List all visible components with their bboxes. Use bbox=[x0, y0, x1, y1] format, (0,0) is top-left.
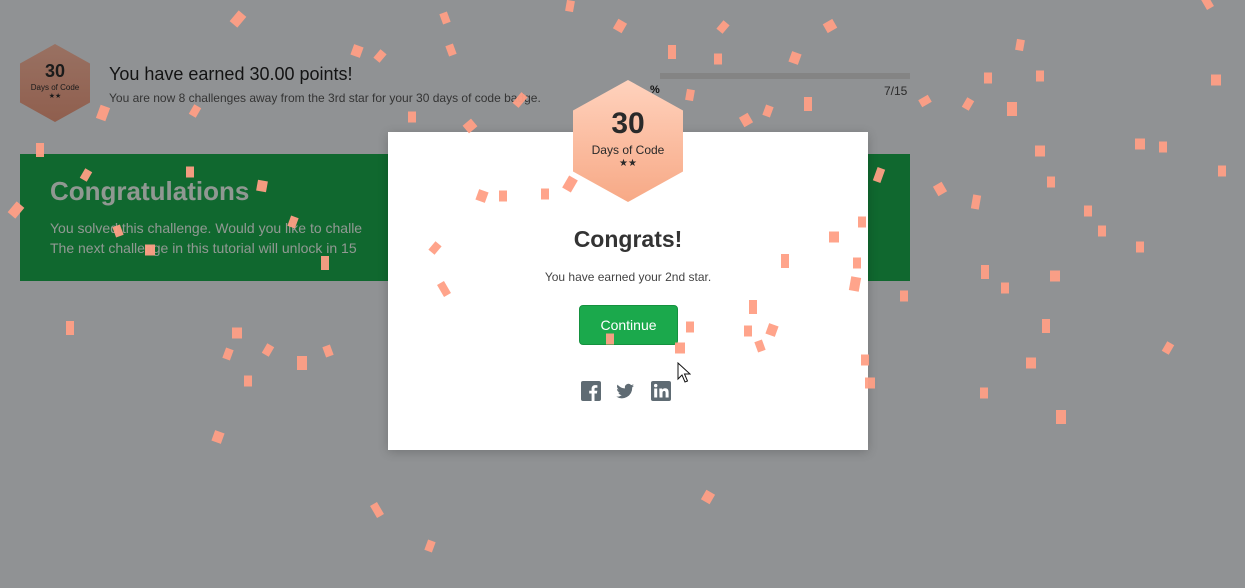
facebook-icon[interactable] bbox=[581, 381, 601, 401]
mouse-cursor-icon bbox=[677, 362, 691, 383]
modal-badge-stars: ★★ bbox=[619, 158, 637, 169]
continue-button[interactable]: Continue bbox=[579, 305, 678, 345]
modal-message: You have earned your 2nd star. bbox=[544, 270, 712, 284]
modal-heading: Congrats! bbox=[573, 226, 683, 252]
linkedin-icon[interactable] bbox=[651, 381, 671, 401]
twitter-icon[interactable] bbox=[615, 381, 635, 401]
modal-badge-number: 30 bbox=[611, 107, 645, 140]
modal-badge-label: Days of Code bbox=[591, 143, 665, 157]
